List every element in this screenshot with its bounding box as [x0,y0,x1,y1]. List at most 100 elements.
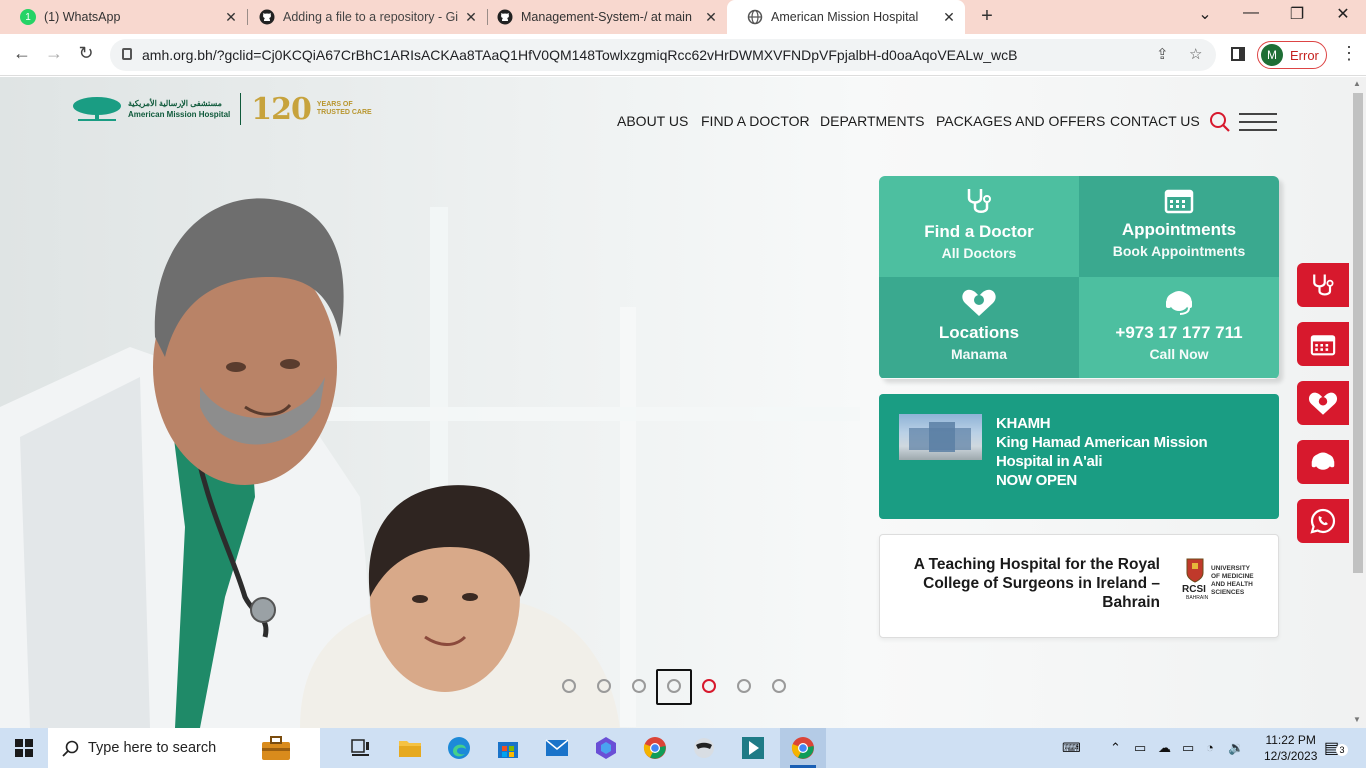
rcsi-logo-mark: RCSI [1182,584,1206,595]
site-logo[interactable]: مستشفى الإرسالية الأمريكية American Miss… [72,91,372,127]
restore-icon[interactable]: ❐ [1284,4,1310,24]
close-icon[interactable]: ✕ [939,9,959,26]
clock-date: 12/3/2023 [1264,749,1318,763]
minimize-icon[interactable]: — [1238,4,1264,22]
rcsi-logo-sub: BAHRAIN [1186,595,1209,601]
scrollbar-thumb[interactable] [1353,93,1363,573]
close-icon[interactable]: ✕ [701,9,721,26]
slider-dot[interactable] [667,679,681,693]
file-explorer-icon[interactable] [396,734,424,762]
quick-link-find-doctor[interactable]: Find a Doctor All Doctors [879,176,1079,277]
tab-search-icon[interactable]: ⌄ [1192,4,1218,24]
quick-link-sub: Manama [950,346,1008,362]
rcsi-banner[interactable]: A Teaching Hospital for the Royal Colleg… [879,534,1279,638]
tab-title: Management-System-/ at main [521,10,692,24]
chrome-active-icon[interactable] [789,734,817,762]
logo-arabic: مستشفى الإرسالية الأمريكية [128,99,222,108]
more-menu-icon[interactable]: ⋮ [1340,43,1358,64]
reload-icon[interactable]: ↻ [74,43,98,64]
battery-icon[interactable]: ▭ [1182,740,1194,756]
khamh-banner[interactable]: KHAMH King Hamad American Mission Hospit… [879,394,1279,519]
close-window-icon[interactable]: ✕ [1330,4,1356,24]
nav-about-us[interactable]: ABOUT US [617,113,688,129]
slider-dot[interactable] [772,679,786,693]
scroll-down-icon[interactable]: ▼ [1353,715,1361,724]
github-icon [259,9,275,25]
vpn-globe-icon[interactable] [690,734,718,762]
volume-icon[interactable]: 🔉 [1228,740,1244,756]
media-player-icon[interactable] [739,734,767,762]
back-icon[interactable]: ← [10,43,34,64]
notifications-icon[interactable]: ▤ 3 [1324,738,1348,758]
slider-dot[interactable] [632,679,646,693]
slider-dot[interactable] [562,679,576,693]
side-whatsapp-button[interactable] [1297,499,1349,543]
page-scrollbar[interactable]: ▲ ▼ [1350,77,1366,728]
task-view-icon[interactable] [347,734,375,762]
copilot-icon[interactable] [592,734,620,762]
scroll-up-icon[interactable]: ▲ [1353,79,1361,88]
url-text[interactable]: amh.org.bh/?gclid=Cj0KCQiA67CrBhC1ARIsAC… [142,47,1017,63]
briefcase-icon [262,736,290,760]
logo-anniversary: 120 [251,91,312,127]
calendar-icon [1164,189,1194,214]
rcsi-logo-line1: UNIVERSITY [1211,565,1251,572]
location-heart-icon [962,289,996,316]
windows-start-icon[interactable] [15,739,33,757]
nav-packages-and-offers[interactable]: PACKAGES AND OFFERS [936,113,1105,129]
forward-icon[interactable]: → [42,43,66,64]
close-icon[interactable]: ✕ [221,9,241,26]
khamh-line1: KHAMH [996,415,1051,432]
share-icon[interactable]: ⇪ [1156,45,1169,63]
keyboard-icon[interactable]: ⌨ [1062,740,1081,756]
tab-github-adding-file[interactable]: Adding a file to a repository - Gi ✕ [239,0,487,34]
rcsi-logo-line2: OF MEDICINE [1211,573,1254,580]
address-bar[interactable]: amh.org.bh/?gclid=Cj0KCQiA67CrBhC1ARIsAC… [110,39,1216,71]
clock-time: 11:22 PM [1265,733,1316,747]
onedrive-icon[interactable]: ☁ [1158,740,1171,756]
side-appointments-button[interactable] [1297,322,1349,366]
quick-link-appointments[interactable]: Appointments Book Appointments [1079,176,1279,277]
tab-whatsapp[interactable]: 1 (1) WhatsApp ✕ [0,0,247,34]
rcsi-logo-line4: SCIENCES [1211,589,1245,596]
browser-tab-bar: 1 (1) WhatsApp ✕ Adding a file to a repo… [0,0,1366,34]
headset-icon [1311,452,1335,470]
avatar: M [1261,44,1283,66]
nav-contact-us[interactable]: CONTACT US [1110,113,1200,129]
quick-link-call[interactable]: +973 17 177 711 Call Now [1079,277,1279,378]
microsoft-store-icon[interactable] [494,734,522,762]
search-icon[interactable] [1209,111,1231,133]
new-tab-button[interactable]: + [976,5,998,28]
taskbar-clock[interactable]: 11:22 PM 12/3/2023 [1264,732,1317,764]
slider-dot[interactable] [737,679,751,693]
meet-now-icon[interactable]: ▭ [1134,740,1146,756]
hero-image [0,77,860,728]
side-locations-button[interactable] [1297,381,1349,425]
side-panel-icon[interactable] [1231,47,1245,61]
quick-link-title: Find a Doctor [924,222,1034,241]
tab-title: Adding a file to a repository - Gi [283,10,459,24]
side-call-button[interactable] [1297,440,1349,484]
mail-icon[interactable] [543,734,571,762]
bookmark-star-icon[interactable]: ☆ [1189,45,1202,63]
tab-american-mission-hospital[interactable]: American Mission Hospital ✕ [727,0,965,34]
tab-github-management-system[interactable]: Management-System-/ at main ✕ [477,0,727,34]
nav-departments[interactable]: DEPARTMENTS [820,113,925,129]
edge-icon[interactable] [445,734,473,762]
quick-link-locations[interactable]: Locations Manama [879,277,1079,378]
slider-dot-active[interactable] [702,679,716,693]
web-page: مستشفى الإرسالية الأمريكية American Miss… [0,77,1350,728]
slider-dot[interactable] [597,679,611,693]
wifi-icon[interactable]: ◔ [1206,740,1214,755]
whatsapp-icon [1310,508,1336,534]
show-hidden-icons-icon[interactable]: ⌃ [1110,740,1121,756]
headset-icon [1166,291,1192,315]
profile-button[interactable]: M Error [1257,41,1327,69]
tab-title: American Mission Hospital [771,10,919,24]
lock-icon [122,48,132,60]
taskbar-search[interactable]: Type here to search [48,728,320,768]
hamburger-menu-icon[interactable] [1239,113,1277,131]
side-find-doctor-button[interactable] [1297,263,1349,307]
nav-find-a-doctor[interactable]: FIND A DOCTOR [701,113,810,129]
chrome-icon[interactable] [641,734,669,762]
